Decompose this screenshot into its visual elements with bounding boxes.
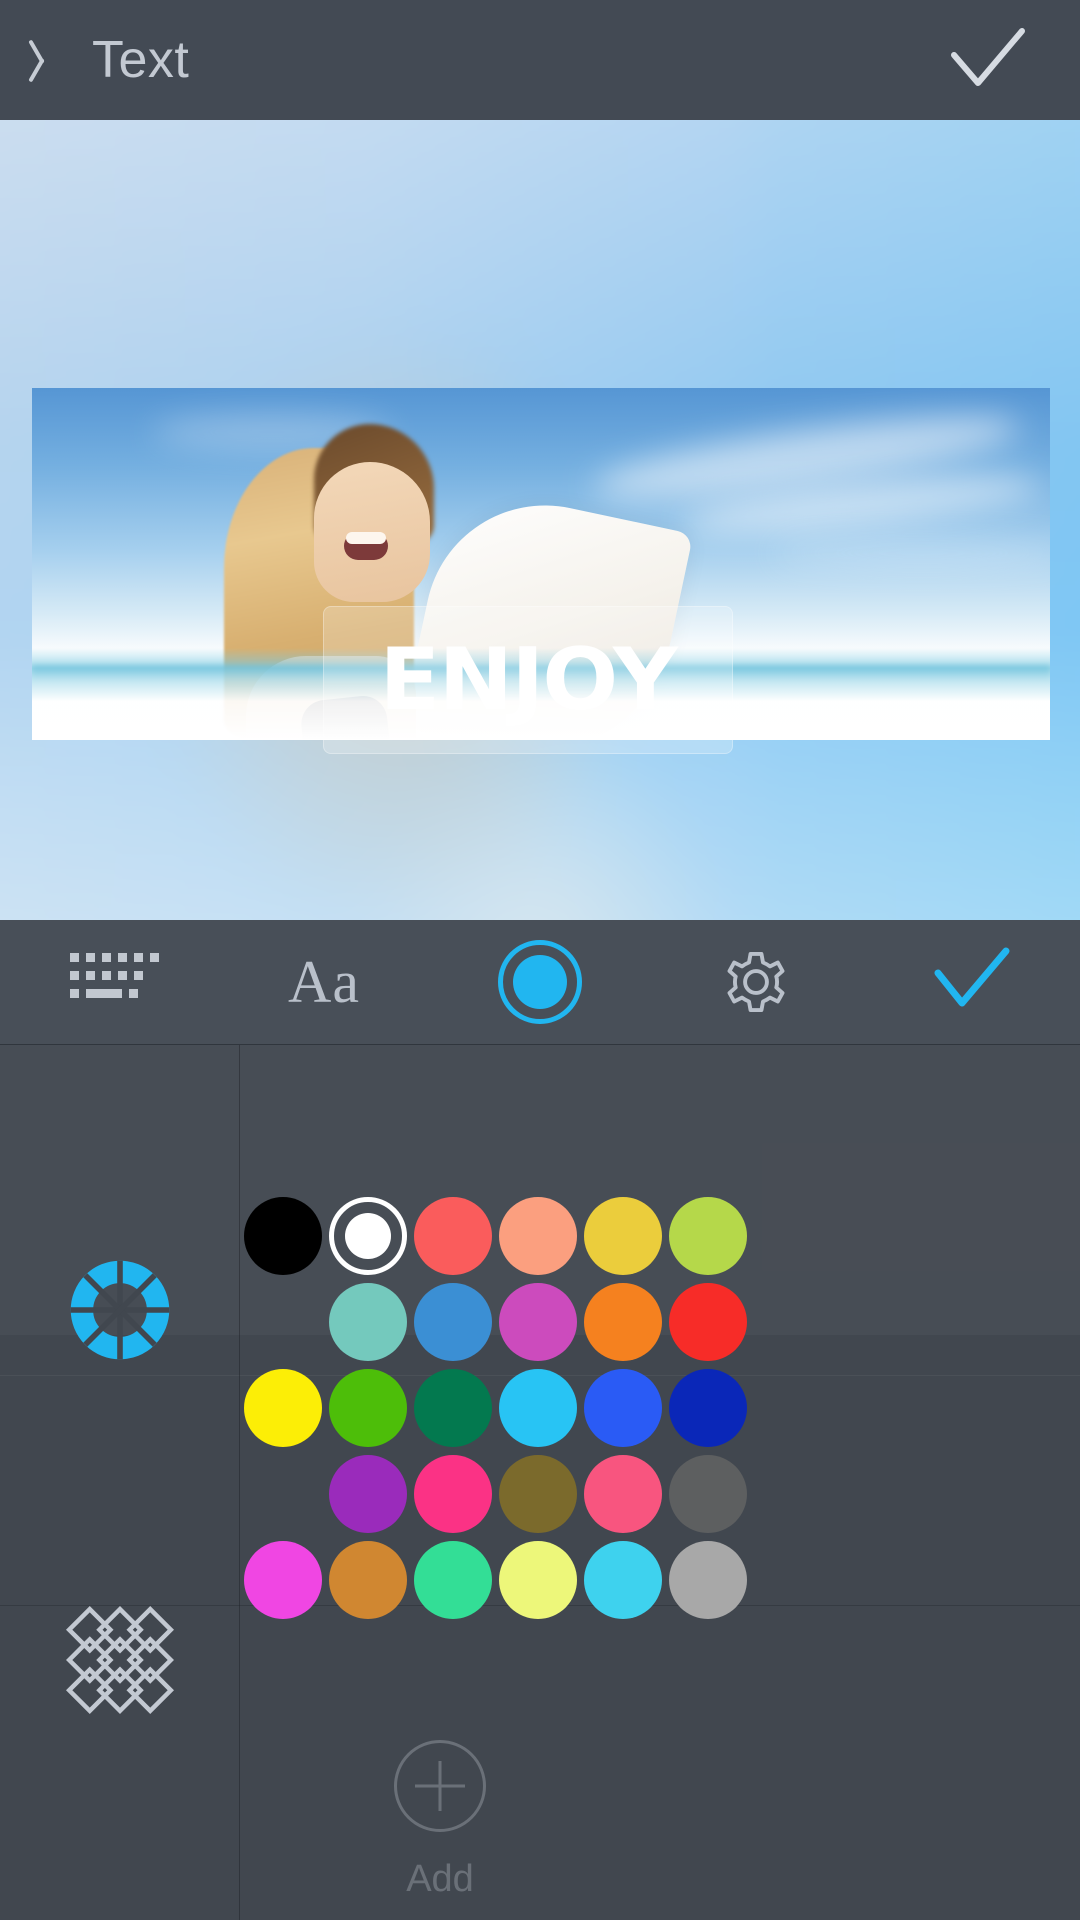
chevron-left-icon — [30, 37, 56, 83]
swatch-cell[interactable] — [495, 1451, 580, 1537]
keyboard-icon — [70, 953, 159, 1011]
font-aa-icon: Aa — [288, 948, 360, 1015]
color-swatch[interactable] — [668, 1369, 747, 1447]
color-swatch[interactable] — [243, 1369, 322, 1447]
swatch-cell[interactable] — [495, 1537, 580, 1623]
color-swatch[interactable] — [668, 1283, 747, 1361]
color-swatch[interactable] — [328, 1283, 407, 1361]
swatch-cell[interactable] — [580, 1537, 665, 1623]
swatch-cell[interactable] — [665, 1193, 750, 1279]
swatch-cell[interactable] — [410, 1451, 495, 1537]
swatch-cell[interactable] — [495, 1193, 580, 1279]
color-picker-panel: Add — [0, 1045, 1080, 1920]
tool-color[interactable] — [432, 920, 648, 1073]
back-button[interactable] — [0, 0, 86, 120]
color-swatch[interactable] — [498, 1197, 577, 1275]
color-swatch[interactable] — [413, 1283, 492, 1361]
color-swatch[interactable] — [328, 1455, 407, 1533]
color-swatch[interactable] — [498, 1283, 577, 1361]
color-swatch[interactable] — [413, 1369, 492, 1447]
color-swatch-selected[interactable] — [328, 1197, 407, 1275]
swatch-cell[interactable] — [495, 1279, 580, 1365]
panel-sidebar — [0, 1045, 240, 1920]
color-swatch[interactable] — [243, 1541, 322, 1619]
color-swatch[interactable] — [583, 1283, 662, 1361]
text-overlay-label: ENJOY — [379, 630, 679, 730]
color-swatch[interactable] — [498, 1369, 577, 1447]
swatch-cell[interactable] — [325, 1365, 410, 1451]
color-swatch[interactable] — [413, 1455, 492, 1533]
sidebar-item-pattern[interactable] — [0, 1585, 240, 1735]
swatch-fill — [344, 1213, 391, 1259]
plus-circle-icon — [394, 1740, 486, 1832]
color-swatch[interactable] — [413, 1541, 492, 1619]
swatch-grid — [240, 1045, 1080, 1920]
swatch-cell[interactable] — [410, 1193, 495, 1279]
swatch-cell[interactable] — [240, 1537, 325, 1623]
color-swatch[interactable] — [583, 1197, 662, 1275]
sidebar-item-color-wheel[interactable] — [0, 1235, 240, 1385]
swatch-cell[interactable] — [240, 1365, 325, 1451]
tool-settings[interactable] — [648, 920, 864, 1045]
page-title: Text — [92, 31, 190, 89]
color-swatch[interactable] — [583, 1541, 662, 1619]
swatch-cell[interactable] — [410, 1279, 495, 1365]
swatch-cell[interactable] — [325, 1451, 410, 1537]
swatch-cell[interactable] — [580, 1279, 665, 1365]
swatch-cell[interactable] — [580, 1451, 665, 1537]
color-swatch[interactable] — [583, 1369, 662, 1447]
add-button-label: Add — [406, 1858, 474, 1900]
color-circle-icon — [498, 940, 582, 1024]
swatch-cell[interactable] — [580, 1193, 665, 1279]
diamond-lattice-icon — [66, 1606, 174, 1714]
color-wheel-icon — [70, 1260, 170, 1360]
gear-icon — [727, 951, 785, 1013]
color-swatch[interactable] — [498, 1455, 577, 1533]
color-swatch[interactable] — [243, 1197, 322, 1275]
tool-font[interactable]: Aa — [216, 920, 432, 1045]
swatch-cell[interactable] — [410, 1537, 495, 1623]
photo-stage[interactable]: ENJOY — [0, 120, 1080, 920]
swatch-cell[interactable] — [325, 1537, 410, 1623]
swatch-cell[interactable] — [665, 1537, 750, 1623]
swatch-cell[interactable] — [325, 1279, 410, 1365]
swatch-cell[interactable] — [580, 1365, 665, 1451]
check-icon — [951, 28, 1025, 86]
color-swatch[interactable] — [413, 1197, 492, 1275]
swatch-cell[interactable] — [665, 1279, 750, 1365]
color-swatch[interactable] — [668, 1455, 747, 1533]
color-swatch[interactable] — [498, 1541, 577, 1619]
swatch-cell[interactable] — [240, 1193, 325, 1279]
color-swatch[interactable] — [668, 1541, 747, 1619]
swatch-cell[interactable] — [410, 1365, 495, 1451]
color-swatch[interactable] — [668, 1197, 747, 1275]
check-icon — [934, 947, 1010, 1007]
top-bar: Text — [0, 0, 1080, 120]
color-swatch[interactable] — [328, 1369, 407, 1447]
swatch-cell[interactable] — [665, 1365, 750, 1451]
text-overlay-object[interactable]: ENJOY — [323, 606, 733, 754]
tool-keyboard[interactable] — [0, 920, 216, 1045]
swatch-cell[interactable] — [325, 1193, 410, 1279]
swatch-cell[interactable] — [665, 1451, 750, 1537]
swatch-cell[interactable] — [495, 1365, 580, 1451]
add-color-button[interactable]: Add — [370, 1740, 510, 1910]
editor-toolbar: Aa — [0, 920, 1080, 1073]
app-root: Text ENJOY Aa Add — [0, 0, 1080, 1920]
tool-done[interactable] — [864, 920, 1080, 1045]
confirm-button[interactable] — [948, 25, 1028, 95]
color-swatch[interactable] — [583, 1455, 662, 1533]
color-swatch[interactable] — [328, 1541, 407, 1619]
